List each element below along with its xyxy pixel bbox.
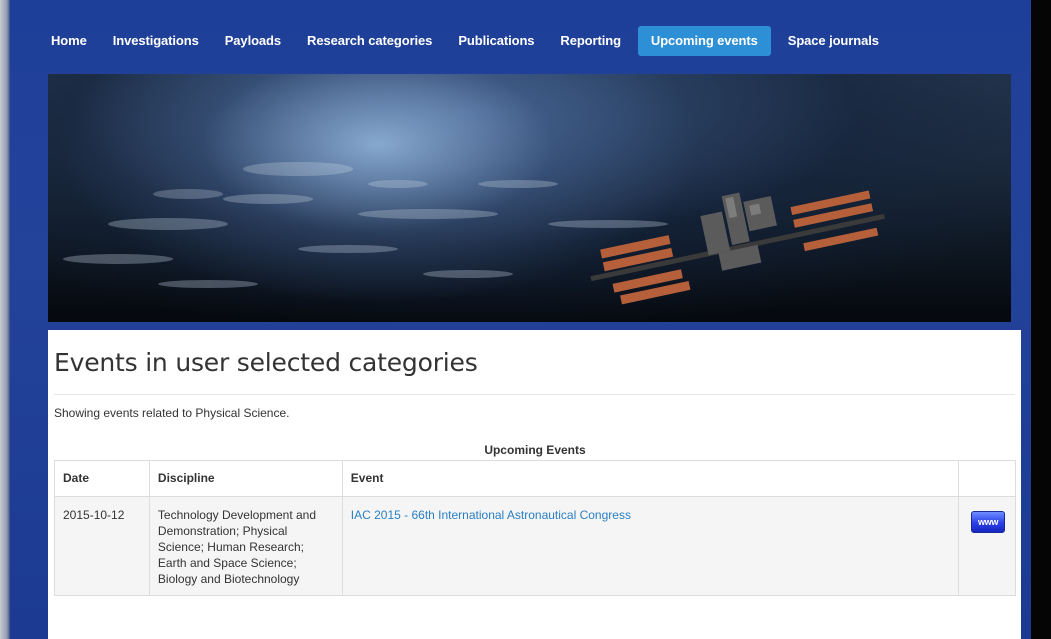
nav-reporting[interactable]: Reporting bbox=[547, 26, 633, 56]
column-header-discipline: Discipline bbox=[148, 460, 343, 497]
window-right-edge bbox=[1031, 0, 1051, 639]
column-header-event: Event bbox=[341, 460, 959, 497]
nav-upcoming-events[interactable]: Upcoming events bbox=[637, 26, 771, 56]
event-discipline: Technology Development and Demonstration… bbox=[148, 496, 343, 596]
nav-publications[interactable]: Publications bbox=[445, 26, 547, 56]
www-button[interactable]: www bbox=[971, 511, 1005, 533]
table-row: 2015-10-12 Technology Development and De… bbox=[54, 496, 1017, 596]
event-cell: IAC 2015 - 66th International Astronauti… bbox=[341, 496, 959, 596]
title-divider bbox=[54, 394, 1015, 395]
nav-payloads[interactable]: Payloads bbox=[212, 26, 294, 56]
banner-image bbox=[48, 74, 1011, 322]
intro-text: Showing events related to Physical Scien… bbox=[54, 406, 290, 420]
main-content: Events in user selected categories Showi… bbox=[48, 330, 1021, 639]
nav-investigations[interactable]: Investigations bbox=[100, 26, 212, 56]
nav-research-categories[interactable]: Research categories bbox=[294, 26, 445, 56]
nav-space-journals[interactable]: Space journals bbox=[775, 26, 892, 56]
earth-station-illustration bbox=[63, 162, 885, 305]
nav-home[interactable]: Home bbox=[38, 26, 100, 56]
event-title-link[interactable]: IAC 2015 - 66th International Astronauti… bbox=[351, 508, 631, 522]
column-header-link bbox=[957, 460, 1017, 497]
main-nav: Home Investigations Payloads Research ca… bbox=[38, 26, 892, 56]
column-header-date: Date bbox=[54, 460, 150, 497]
page-title: Events in user selected categories bbox=[54, 348, 478, 377]
event-link-cell: www bbox=[957, 496, 1017, 596]
events-table: Date Discipline Event 2015-10-12 Technol… bbox=[54, 460, 1017, 596]
table-header-row: Date Discipline Event bbox=[54, 460, 1017, 497]
event-date: 2015-10-12 bbox=[54, 496, 150, 596]
window-left-edge bbox=[0, 0, 10, 639]
table-caption: Upcoming Events bbox=[484, 443, 586, 457]
